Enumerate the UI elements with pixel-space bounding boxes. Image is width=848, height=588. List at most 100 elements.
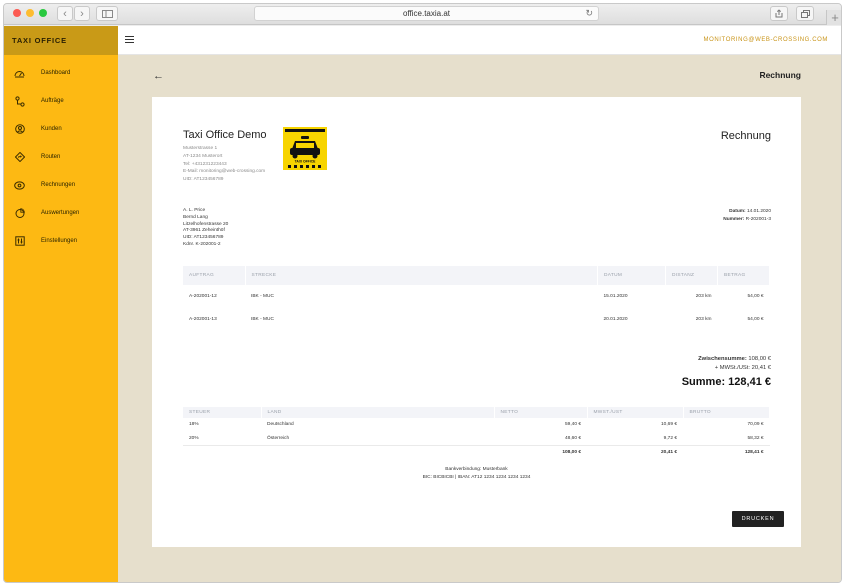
order-cell: A-202001-12 [189, 294, 217, 299]
sum-label: Summe: [681, 376, 726, 388]
gross-cell: 58,32 € [747, 435, 764, 441]
browser-titlebar: ‹ › office.taxia.at ↻ [4, 4, 841, 25]
empty-cell [261, 444, 494, 459]
logo-text: TAXI OFFICE [295, 160, 317, 164]
sidebar-item-auftraege[interactable]: Aufträge [4, 92, 118, 110]
column-header: DATUM [597, 266, 666, 285]
net-sum-cell: 108,00 € [494, 444, 587, 459]
forward-button[interactable]: › [74, 6, 90, 21]
net-cell: 48,60 € [564, 435, 581, 441]
sidebar-item-auswertungen[interactable]: Auswertungen [4, 204, 118, 222]
page-title: Rechnung [759, 70, 801, 80]
customer-line: A. L. Price [183, 208, 206, 213]
column-header: BRUTTO [683, 407, 770, 418]
amount-cell: 54,00 € [747, 294, 764, 299]
tax-table: STEUER LAND NETTO MWST./UST BRUTTO 18% D… [183, 407, 770, 459]
bank-line: Bankverbindung: Musterbank [445, 467, 508, 472]
date-label: Datum: [729, 209, 746, 214]
sidebar-item-label: Dashboard [41, 70, 71, 76]
back-button[interactable]: ‹ [57, 6, 73, 21]
brand-title: TAXI OFFICE [4, 26, 118, 55]
company-name: Taxi Office Demo [183, 129, 267, 141]
money-icon [14, 180, 25, 191]
vat-value: 20,41 € [751, 365, 771, 371]
tax-rate-cell: 20% [189, 435, 199, 441]
sidebar-item-label: Kunden [41, 126, 62, 132]
zoom-window-button[interactable] [39, 9, 47, 17]
subtotal-label: Zwischensumme: [698, 356, 747, 362]
order-cell: A-202001-13 [189, 317, 217, 322]
minimize-window-button[interactable] [26, 9, 34, 17]
table-header-row: STEUER LAND NETTO MWST./UST BRUTTO [183, 407, 770, 418]
sidebar-item-label: Aufträge [41, 98, 64, 104]
column-header: STRECKE [245, 266, 598, 285]
country-cell: Österreich [267, 435, 290, 441]
taxi-logo-icon: TAXI OFFICE [283, 127, 327, 170]
column-header: NETTO [494, 407, 588, 418]
column-header: STEUER [183, 407, 262, 418]
date-cell: 20.01.2020 [603, 317, 628, 322]
date-value: 14.01.2020 [746, 209, 771, 214]
new-tab-button[interactable]: + [826, 10, 841, 25]
sidebar-item-rechnungen[interactable]: Rechnungen [4, 176, 118, 194]
company-city: AT-1234 Musterort [183, 153, 223, 159]
hamburger-menu-icon[interactable] [125, 36, 134, 44]
column-header: MWST./UST [587, 407, 684, 418]
customer-line: UID: AT123456789 [183, 235, 224, 241]
route-cell: IBK - MUC [251, 317, 274, 322]
company-uid: UID: AT123456789 [183, 177, 224, 183]
address-bar[interactable]: office.taxia.at ↻ [254, 6, 599, 21]
net-cell: 59,40 € [564, 422, 581, 428]
top-bar: MONITORING@WEB-CROSSING.COM [118, 26, 841, 55]
sidebar-item-label: Auswertungen [41, 210, 80, 216]
gross-sum-cell: 128,41 € [683, 444, 770, 459]
bank-line: BIC: BICBICBI | IBAN: AT12 1234 1234 123… [422, 475, 531, 480]
vat-sum-cell: 20,41 € [587, 444, 683, 459]
company-address: Musterstrasse 1 AT-1234 Musterort Tel: +… [183, 145, 265, 184]
number-label: Nummer: [723, 216, 745, 222]
route-cell: IBK - MUC [251, 294, 274, 299]
invoice-document: Taxi Office Demo Musterstrasse 1 AT-1234… [152, 97, 801, 547]
tax-sum-row: 108,00 € 20,41 € 128,41 € [183, 444, 770, 459]
sidebar-item-einstellungen[interactable]: Einstellungen [4, 232, 118, 250]
close-window-button[interactable] [13, 9, 21, 17]
country-cell: Deutschland [267, 422, 294, 428]
customer-line: Bernd Lang [183, 214, 208, 220]
sidebar-item-kunden[interactable]: Kunden [4, 120, 118, 138]
tabs-icon [800, 9, 810, 18]
print-button[interactable]: DRUCKEN [732, 511, 784, 527]
user-email-link[interactable]: MONITORING@WEB-CROSSING.COM [703, 37, 828, 43]
sidebar: TAXI OFFICE Dashboard Aufträge Kunden Ro… [4, 26, 118, 582]
sidebar-item-dashboard[interactable]: Dashboard [4, 64, 118, 82]
company-street: Musterstrasse 1 [183, 146, 218, 151]
url-text: office.taxia.at [403, 9, 450, 18]
share-button[interactable] [770, 6, 788, 21]
invoice-totals: Zwischensumme: 108,00 € + MWSt./USt: 20,… [682, 355, 771, 388]
customer-line: Kdnr. K-202001-2 [183, 241, 221, 247]
sidebar-item-label: Rechnungen [41, 182, 76, 188]
share-icon [775, 9, 783, 18]
sliders-icon [14, 236, 25, 247]
table-row: 18% Deutschland 59,40 € 10,69 € 70,09 € [183, 418, 770, 432]
chevron-right-icon: › [80, 7, 84, 20]
customer-address: A. L. Price Bernd Lang Litzelhofenstrass… [183, 208, 228, 249]
company-phone: Tel: +431231223443 [183, 161, 227, 167]
column-header: DISTANZ [665, 266, 718, 285]
invoice-title: Rechnung [720, 130, 771, 142]
reload-icon[interactable]: ↻ [585, 8, 593, 19]
empty-cell [183, 444, 261, 459]
table-header-row: AUFTRAG STRECKE DATUM DISTANZ BETRAG [183, 266, 770, 285]
bank-details: Bankverbindung: Musterbank BIC: BICBICBI… [152, 466, 801, 482]
tabs-button[interactable] [796, 6, 814, 21]
column-header: BETRAG [717, 266, 770, 285]
column-header: AUFTRAG [183, 266, 246, 285]
back-arrow-icon[interactable]: ← [153, 70, 164, 82]
sidebar-item-label: Einstellungen [41, 238, 78, 244]
sidebar-item-routen[interactable]: Routen [4, 148, 118, 166]
table-row: 20% Österreich 48,60 € 9,72 € 58,32 € [183, 432, 770, 446]
table-row: A-202001-12 IBK - MUC 15.01.2020 203 km … [183, 285, 770, 308]
chevron-left-icon: ‹ [63, 7, 67, 20]
invoice-meta: Datum: 14.01.2020 Nummer: R-202001-3 [723, 208, 771, 223]
user-icon [14, 124, 25, 135]
sidebar-toggle-button[interactable] [96, 6, 118, 21]
